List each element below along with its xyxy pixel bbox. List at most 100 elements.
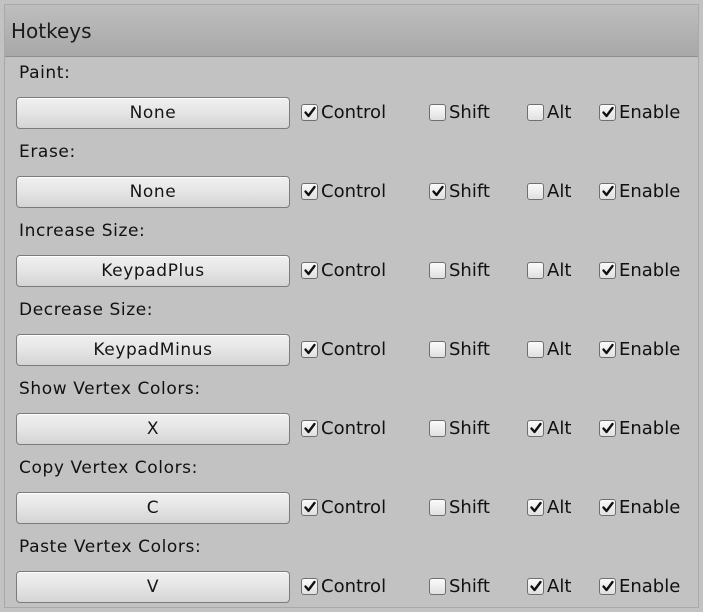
shift-toggle[interactable]: Shift [429, 335, 490, 363]
hotkey-list: Paint: None Control Shift Alt Enable Era… [5, 57, 698, 607]
alt-toggle[interactable]: Alt [527, 256, 571, 284]
control-toggle[interactable]: Control [301, 335, 386, 363]
key-select-button[interactable]: V [16, 571, 290, 603]
shift-toggle[interactable]: Shift [429, 414, 490, 442]
checkmark-icon [601, 501, 614, 513]
alt-checkbox-icon[interactable] [527, 340, 544, 358]
alt-toggle[interactable]: Alt [527, 572, 571, 600]
enable-checkbox-icon[interactable] [599, 103, 616, 121]
alt-toggle[interactable]: Alt [527, 493, 571, 521]
control-checkbox-icon[interactable] [301, 103, 318, 121]
shift-checkbox-icon[interactable] [429, 340, 446, 358]
hotkey-label: Copy Vertex Colors: [19, 458, 198, 478]
enable-checkbox-icon[interactable] [599, 261, 616, 279]
checkmark-icon [601, 580, 614, 592]
alt-toggle[interactable]: Alt [527, 98, 571, 126]
enable-toggle[interactable]: Enable [599, 572, 680, 600]
enable-checkbox-icon[interactable] [599, 498, 616, 516]
alt-label: Alt [547, 575, 572, 597]
checkmark-icon [529, 422, 542, 434]
shift-label: Shift [449, 496, 490, 518]
enable-toggle[interactable]: Enable [599, 414, 680, 442]
shift-checkbox-icon[interactable] [429, 182, 446, 200]
key-select-button[interactable]: KeypadPlus [16, 255, 290, 287]
shift-checkbox-icon[interactable] [429, 498, 446, 516]
control-toggle[interactable]: Control [301, 98, 386, 126]
enable-toggle[interactable]: Enable [599, 177, 680, 205]
hotkey-row-2: Increase Size: KeypadPlus Control Shift [5, 215, 698, 294]
alt-checkbox-icon[interactable] [527, 498, 544, 516]
alt-checkbox-icon[interactable] [527, 577, 544, 595]
control-toggle[interactable]: Control [301, 572, 386, 600]
checkmark-icon [601, 422, 614, 434]
enable-toggle[interactable]: Enable [599, 256, 680, 284]
hotkey-row-6: Paste Vertex Colors: V Control Shift Alt… [5, 531, 698, 607]
alt-toggle[interactable]: Alt [527, 177, 571, 205]
shift-checkbox-icon[interactable] [429, 103, 446, 121]
alt-label: Alt [547, 417, 572, 439]
enable-toggle[interactable]: Enable [599, 335, 680, 363]
control-checkbox-icon[interactable] [301, 182, 318, 200]
control-checkbox-icon[interactable] [301, 498, 318, 516]
checkmark-icon [601, 185, 614, 197]
key-select-button[interactable]: KeypadMinus [16, 334, 290, 366]
enable-toggle[interactable]: Enable [599, 493, 680, 521]
shift-label: Shift [449, 575, 490, 597]
enable-label: Enable [619, 180, 681, 202]
shift-toggle[interactable]: Shift [429, 493, 490, 521]
enable-checkbox-icon[interactable] [599, 182, 616, 200]
alt-checkbox-icon[interactable] [527, 182, 544, 200]
control-label: Control [321, 417, 387, 439]
enable-checkbox-icon[interactable] [599, 577, 616, 595]
checkmark-icon [529, 580, 542, 592]
control-toggle[interactable]: Control [301, 256, 386, 284]
shift-toggle[interactable]: Shift [429, 177, 490, 205]
shift-checkbox-icon[interactable] [429, 577, 446, 595]
enable-label: Enable [619, 496, 681, 518]
enable-toggle[interactable]: Enable [599, 98, 680, 126]
control-checkbox-icon[interactable] [301, 419, 318, 437]
key-select-button[interactable]: None [16, 97, 290, 129]
shift-toggle[interactable]: Shift [429, 98, 490, 126]
hotkey-label: Decrease Size: [19, 300, 154, 320]
alt-toggle[interactable]: Alt [527, 414, 571, 442]
alt-label: Alt [547, 338, 572, 360]
shift-toggle[interactable]: Shift [429, 256, 490, 284]
checkmark-icon [601, 106, 614, 118]
enable-label: Enable [619, 417, 681, 439]
alt-checkbox-icon[interactable] [527, 103, 544, 121]
key-select-button[interactable]: C [16, 492, 290, 524]
control-checkbox-icon[interactable] [301, 340, 318, 358]
shift-label: Shift [449, 338, 490, 360]
shift-toggle[interactable]: Shift [429, 572, 490, 600]
checkmark-icon [303, 580, 316, 592]
shift-label: Shift [449, 417, 490, 439]
control-toggle[interactable]: Control [301, 177, 386, 205]
alt-label: Alt [547, 180, 572, 202]
alt-checkbox-icon[interactable] [527, 261, 544, 279]
checkmark-icon [601, 264, 614, 276]
shift-checkbox-icon[interactable] [429, 419, 446, 437]
shift-label: Shift [449, 101, 490, 123]
alt-toggle[interactable]: Alt [527, 335, 571, 363]
enable-checkbox-icon[interactable] [599, 340, 616, 358]
hotkey-label: Increase Size: [19, 221, 146, 241]
checkmark-icon [431, 185, 444, 197]
shift-checkbox-icon[interactable] [429, 261, 446, 279]
checkmark-icon [303, 422, 316, 434]
control-toggle[interactable]: Control [301, 414, 386, 442]
key-select-button[interactable]: None [16, 176, 290, 208]
control-checkbox-icon[interactable] [301, 261, 318, 279]
alt-checkbox-icon[interactable] [527, 419, 544, 437]
hotkeys-panel: Hotkeys Paint: None Control Shift Alt En… [4, 4, 699, 608]
hotkey-row-4: Show Vertex Colors: X Control Shift Alt … [5, 373, 698, 452]
control-label: Control [321, 180, 387, 202]
enable-checkbox-icon[interactable] [599, 419, 616, 437]
control-checkbox-icon[interactable] [301, 577, 318, 595]
control-toggle[interactable]: Control [301, 493, 386, 521]
key-select-button[interactable]: X [16, 413, 290, 445]
hotkey-label: Show Vertex Colors: [19, 379, 201, 399]
control-label: Control [321, 338, 387, 360]
checkmark-icon [303, 501, 316, 513]
checkmark-icon [303, 106, 316, 118]
